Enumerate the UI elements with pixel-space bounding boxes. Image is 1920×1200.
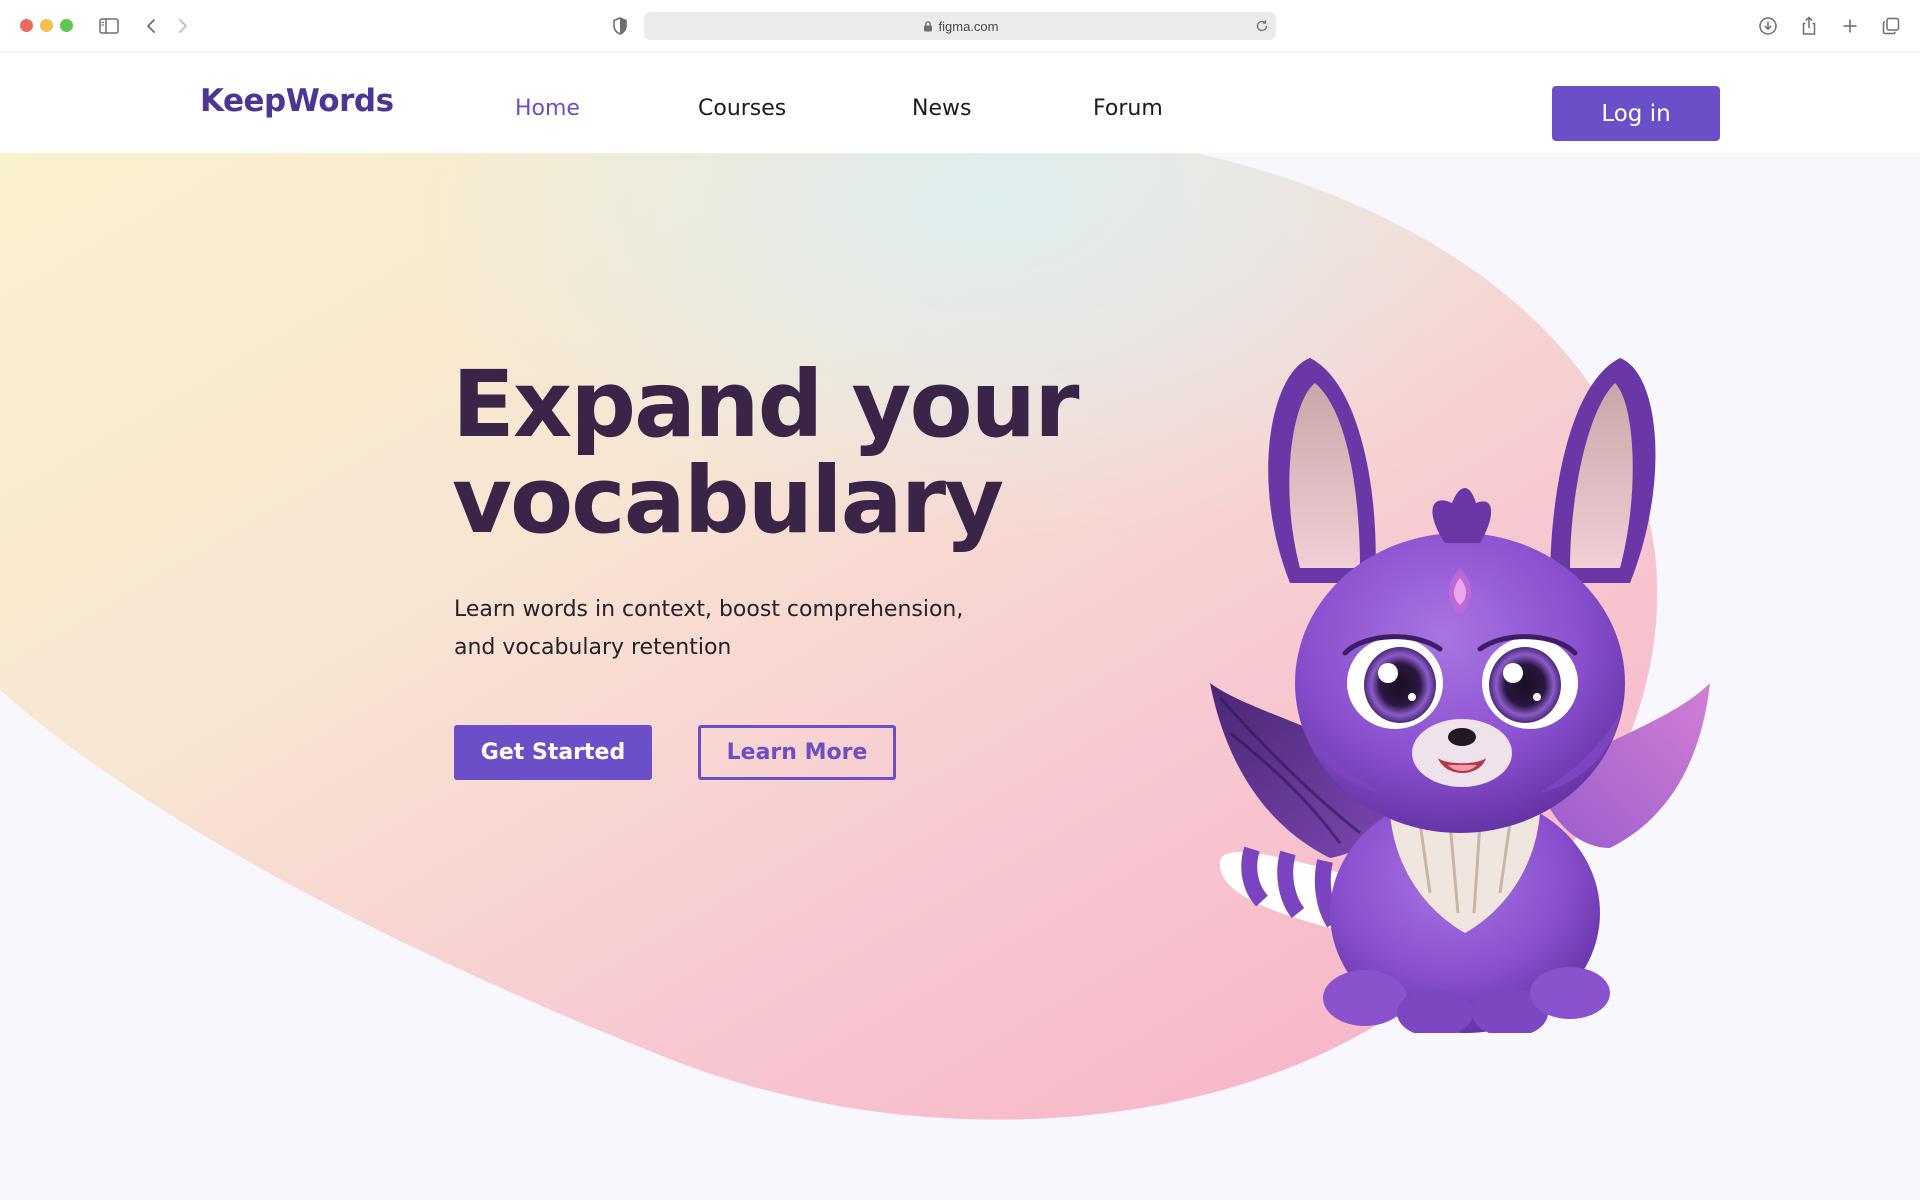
forward-arrow-icon[interactable] (171, 14, 195, 38)
hero-subtitle-line-2: and vocabulary retention (454, 635, 732, 660)
site-logo[interactable]: KeepWords (200, 83, 394, 119)
lock-icon (923, 21, 932, 32)
site-header: KeepWords Home Courses News Forum Log in (0, 53, 1920, 153)
tab-overview-icon[interactable] (1879, 14, 1903, 38)
url-text: figma.com (938, 18, 999, 34)
hero-title: Expand your vocabulary (452, 357, 1092, 549)
close-window-button[interactable] (20, 19, 33, 32)
nav-forum[interactable]: Forum (1093, 96, 1163, 121)
hero-subtitle: Learn words in context, boost comprehens… (454, 591, 974, 667)
learn-more-button[interactable]: Learn More (698, 725, 896, 780)
hero-subtitle-line-1: Learn words in context, boost comprehens… (454, 597, 964, 622)
new-tab-plus-icon[interactable] (1838, 14, 1862, 38)
nav-courses[interactable]: Courses (698, 96, 786, 121)
address-bar[interactable]: figma.com (644, 12, 1276, 40)
minimize-window-button[interactable] (40, 19, 53, 32)
login-button[interactable]: Log in (1552, 86, 1720, 141)
browser-toolbar: figma.com (0, 0, 1920, 52)
hero-section: Expand your vocabulary Learn words in co… (0, 153, 1920, 1200)
nav-news[interactable]: News (912, 96, 971, 121)
sidebar-toggle-icon[interactable] (97, 14, 121, 38)
nose (1448, 728, 1476, 746)
head-tuft (1432, 488, 1492, 543)
reload-icon[interactable] (1254, 18, 1270, 34)
downloads-icon[interactable] (1756, 14, 1780, 38)
get-started-button[interactable]: Get Started (454, 725, 652, 780)
mascot-illustration (1210, 358, 1710, 1033)
zoom-window-button[interactable] (60, 19, 73, 32)
hero-title-line-1: Expand your (452, 351, 1080, 458)
privacy-shield-icon[interactable] (608, 14, 632, 38)
share-icon[interactable] (1797, 14, 1821, 38)
back-arrow-icon[interactable] (139, 14, 163, 38)
hero-title-line-2: vocabulary (452, 447, 1004, 554)
nav-home[interactable]: Home (515, 96, 580, 121)
